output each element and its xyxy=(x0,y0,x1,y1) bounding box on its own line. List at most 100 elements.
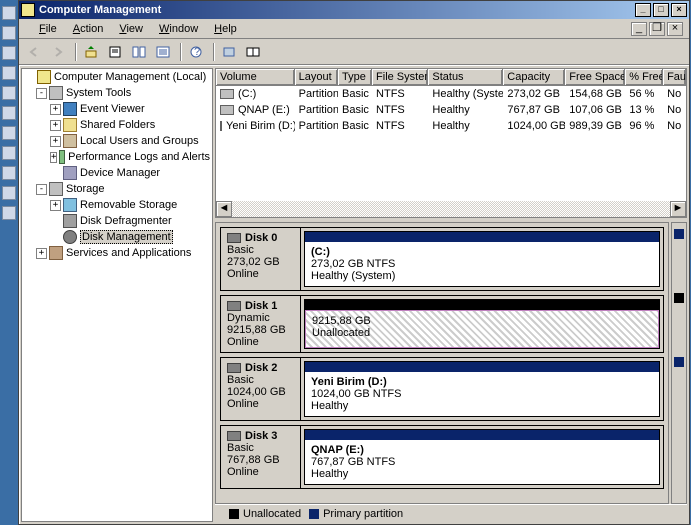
legend-primary-label: Primary partition xyxy=(323,508,403,520)
col-pfree[interactable]: % Free xyxy=(625,69,663,85)
partition-type-bar xyxy=(305,362,659,372)
menu-action[interactable]: Action xyxy=(65,21,112,37)
menu-view[interactable]: View xyxy=(111,21,151,37)
disk-info: Disk 2Basic1024,00 GBOnline xyxy=(221,358,301,420)
mdi-minimize-button[interactable]: _ xyxy=(631,22,647,36)
disk-row[interactable]: Disk 3Basic767,88 GBOnlineQNAP (E:)767,8… xyxy=(220,425,664,489)
scroll-track[interactable] xyxy=(232,201,670,217)
minimize-button[interactable]: _ xyxy=(635,3,651,17)
collapse-icon[interactable]: - xyxy=(36,184,47,195)
up-button[interactable] xyxy=(80,42,102,62)
tree-defrag[interactable]: Disk Defragmenter xyxy=(22,213,212,229)
drive-icon xyxy=(220,89,234,99)
hscrollbar[interactable]: ◄ ► xyxy=(216,201,686,217)
titlebar[interactable]: Computer Management _ □ × xyxy=(19,1,689,19)
partition[interactable]: 9215,88 GBUnallocated xyxy=(304,299,660,349)
col-type[interactable]: Type xyxy=(338,69,372,85)
partition-type-bar xyxy=(305,232,659,242)
disk-info: Disk 1Dynamic9215,88 GBOnline xyxy=(221,296,301,352)
settings-button[interactable] xyxy=(218,42,240,62)
tree-services[interactable]: +Services and Applications xyxy=(22,245,212,261)
expand-icon[interactable]: + xyxy=(50,120,61,131)
content-area: Computer Management (Local) -System Tool… xyxy=(19,65,689,524)
legend: Unallocated Primary partition xyxy=(215,504,687,522)
expand-icon[interactable]: + xyxy=(36,248,47,259)
tree-remov[interactable]: +Removable Storage xyxy=(22,197,212,213)
partition[interactable]: (C:)273,02 GB NTFSHealthy (System) xyxy=(304,231,660,287)
expand-icon[interactable]: + xyxy=(50,200,61,211)
window-title: Computer Management xyxy=(39,4,633,16)
disk-row[interactable]: Disk 2Basic1024,00 GBOnlineYeni Birim (D… xyxy=(220,357,664,421)
view-button[interactable] xyxy=(242,42,264,62)
disk-row[interactable]: Disk 0Basic273,02 GBOnline(C:)273,02 GB … xyxy=(220,227,664,291)
help-button[interactable]: ? xyxy=(185,42,207,62)
volume-list: Volume Layout Type File System Status Ca… xyxy=(215,68,687,218)
menu-help[interactable]: Help xyxy=(206,21,245,37)
disk-partition-area: Yeni Birim (D:)1024,00 GB NTFSHealthy xyxy=(301,358,663,420)
volume-header: Volume Layout Type File System Status Ca… xyxy=(216,69,686,86)
tree-shared[interactable]: +Shared Folders xyxy=(22,117,212,133)
tree-storage[interactable]: -Storage xyxy=(22,181,212,197)
color-indicator xyxy=(674,357,684,367)
col-layout[interactable]: Layout xyxy=(295,69,338,85)
scroll-right-button[interactable]: ► xyxy=(670,201,686,217)
tree-perf[interactable]: +Performance Logs and Alerts xyxy=(22,149,212,165)
color-indicator xyxy=(674,229,684,239)
partition[interactable]: QNAP (E:)767,87 GB NTFSHealthy xyxy=(304,429,660,485)
collapse-icon[interactable]: - xyxy=(36,88,47,99)
properties-button[interactable] xyxy=(104,42,126,62)
menu-window[interactable]: Window xyxy=(151,21,206,37)
drive-icon xyxy=(220,121,222,131)
tree-root[interactable]: Computer Management (Local) xyxy=(22,69,212,85)
tree-device[interactable]: Device Manager xyxy=(22,165,212,181)
col-free[interactable]: Free Space xyxy=(565,69,625,85)
disk-partition-area: 9215,88 GBUnallocated xyxy=(301,296,663,352)
scroll-left-button[interactable]: ◄ xyxy=(216,201,232,217)
legend-swatch-unalloc xyxy=(229,509,239,519)
partition-body: (C:)273,02 GB NTFSHealthy (System) xyxy=(305,242,659,286)
volume-row[interactable]: Yeni Birim (D:)PartitionBasicNTFSHealthy… xyxy=(216,118,686,134)
col-volume[interactable]: Volume xyxy=(216,69,295,85)
tree-diskmgmt[interactable]: Disk Management xyxy=(22,229,212,245)
desktop-icons xyxy=(0,0,18,525)
back-button xyxy=(23,42,45,62)
tree-panel[interactable]: Computer Management (Local) -System Tool… xyxy=(21,68,213,522)
close-button[interactable]: × xyxy=(671,3,687,17)
menu-file[interactable]: File xyxy=(31,21,65,37)
expand-icon[interactable]: + xyxy=(50,152,57,163)
partition-body: Yeni Birim (D:)1024,00 GB NTFSHealthy xyxy=(305,372,659,416)
volume-row[interactable]: (C:)PartitionBasicNTFSHealthy (System)27… xyxy=(216,86,686,102)
col-status[interactable]: Status xyxy=(428,69,503,85)
volume-row[interactable]: QNAP (E:)PartitionBasicNTFSHealthy767,87… xyxy=(216,102,686,118)
disk-icon xyxy=(227,301,241,311)
partition-type-bar xyxy=(305,300,659,310)
expand-icon[interactable]: + xyxy=(50,104,61,115)
disk-partition-area: (C:)273,02 GB NTFSHealthy (System) xyxy=(301,228,663,290)
col-fault[interactable]: Faul xyxy=(663,69,686,85)
refresh-button[interactable] xyxy=(128,42,150,62)
computer-management-window: Computer Management _ □ × File Action Vi… xyxy=(18,0,690,525)
maximize-button[interactable]: □ xyxy=(653,3,669,17)
svg-text:?: ? xyxy=(194,46,200,58)
disk-icon xyxy=(227,233,241,243)
partition-type-bar xyxy=(305,430,659,440)
drive-icon xyxy=(220,105,234,115)
col-capacity[interactable]: Capacity xyxy=(503,69,565,85)
mdi-close-button[interactable]: × xyxy=(667,22,683,36)
toolbar: ? xyxy=(19,39,689,65)
expand-icon[interactable]: + xyxy=(50,136,61,147)
partition[interactable]: Yeni Birim (D:)1024,00 GB NTFSHealthy xyxy=(304,361,660,417)
disk-info: Disk 0Basic273,02 GBOnline xyxy=(221,228,301,290)
disk-graphical-view[interactable]: Disk 0Basic273,02 GBOnline(C:)273,02 GB … xyxy=(215,222,669,504)
disk-icon xyxy=(227,363,241,373)
tree-systools[interactable]: -System Tools xyxy=(22,85,212,101)
tree-event[interactable]: +Event Viewer xyxy=(22,101,212,117)
menubar: File Action View Window Help _ ❐ × xyxy=(19,19,689,39)
col-fs[interactable]: File System xyxy=(372,69,428,85)
side-column xyxy=(671,222,687,504)
mdi-restore-button[interactable]: ❐ xyxy=(649,22,665,36)
list-button[interactable] xyxy=(152,42,174,62)
disk-row[interactable]: Disk 1Dynamic9215,88 GBOnline9215,88 GBU… xyxy=(220,295,664,353)
partition-body: 9215,88 GBUnallocated xyxy=(305,310,659,348)
tree-users[interactable]: +Local Users and Groups xyxy=(22,133,212,149)
